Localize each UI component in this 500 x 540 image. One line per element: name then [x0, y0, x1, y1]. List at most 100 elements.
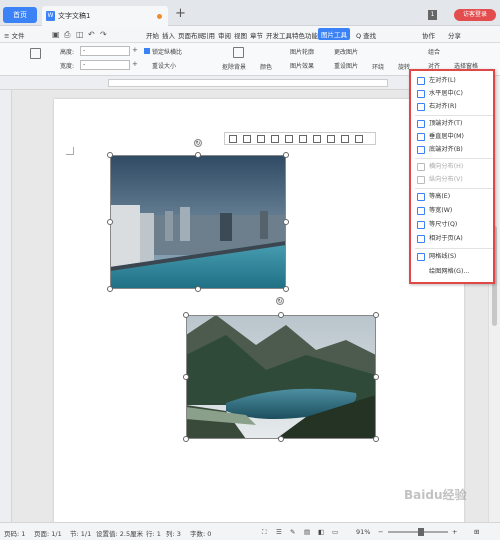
ruler-scale [108, 79, 388, 87]
save-icon[interactable]: ▣ [52, 30, 60, 39]
resize-handle-nw-2[interactable] [183, 312, 189, 318]
height-label: 高度: [60, 49, 75, 56]
status-setting: 设置值: 2.5厘米 [96, 530, 144, 538]
zoom-slider-knob[interactable] [418, 528, 424, 536]
toolbar-align-center-icon[interactable] [243, 135, 251, 143]
resize-handle-e-2[interactable] [373, 374, 379, 380]
zoom-out-icon[interactable]: − [378, 528, 383, 536]
menu-drawing-grid[interactable]: 绘图网格(G)... [415, 266, 493, 278]
toolbar-align-top-icon[interactable] [271, 135, 279, 143]
toolbar-align-right-icon[interactable] [257, 135, 265, 143]
menu-view[interactable]: 视图 [234, 30, 247, 40]
resize-handle-sw-2[interactable] [183, 436, 189, 442]
menu-align-middle[interactable]: 垂直居中(M) [415, 131, 493, 143]
read-view-icon[interactable]: ▭ [332, 528, 338, 536]
status-chars: 字数: 0 [190, 530, 212, 538]
toolbar-more-icon[interactable] [355, 135, 363, 143]
menu-align-right[interactable]: 右对齐(R) [415, 101, 493, 113]
menu-same-size[interactable]: 等尺寸(Q) [415, 219, 493, 231]
menu-same-width[interactable]: 等宽(W) [415, 205, 493, 217]
resize-handle-e-1[interactable] [283, 219, 289, 225]
remove-bg-icon[interactable] [233, 47, 244, 58]
menu-start[interactable]: 开始 [146, 30, 159, 40]
print-icon[interactable]: ⎙ [64, 30, 70, 40]
outline-button[interactable]: 图片轮廓 [290, 47, 314, 56]
menu-same-height[interactable]: 等高(E) [415, 191, 493, 203]
resize-handle-w-1[interactable] [107, 219, 113, 225]
new-tab-button[interactable]: + [175, 7, 186, 21]
group-button[interactable]: 组合 [428, 47, 440, 56]
edit-view-icon[interactable]: ✎ [290, 528, 295, 536]
resize-handle-sw-1[interactable] [107, 286, 113, 292]
lock-ratio-checkbox[interactable] [144, 48, 150, 54]
collab-button[interactable]: 协作 [422, 30, 435, 40]
toolbar-align-middle-icon[interactable] [285, 135, 293, 143]
resize-handle-s-2[interactable] [278, 436, 284, 442]
width-plus-button[interactable]: + [132, 60, 138, 68]
toolbar-align-left-icon[interactable] [229, 135, 237, 143]
web-view-icon[interactable]: ◧ [318, 528, 324, 536]
height-plus-button[interactable]: + [132, 46, 138, 54]
reset-image-button[interactable]: 重设图片 [334, 61, 358, 70]
reset-size-button[interactable]: 重设大小 [152, 61, 176, 70]
wrap-label[interactable]: 环绕 [372, 62, 384, 71]
menu-relative-page[interactable]: 相对于页(A) [415, 233, 493, 245]
menu-gridlines[interactable]: 网格线(S) [415, 251, 493, 263]
outline-view-icon[interactable]: ☰ [276, 528, 282, 536]
change-image-button[interactable]: 更改图片 [334, 47, 358, 56]
document-page[interactable]: ↻ ↻ [54, 99, 464, 529]
resize-handle-se-1[interactable] [283, 286, 289, 292]
fullscreen-icon[interactable]: ⛶ [262, 528, 267, 537]
redo-icon[interactable]: ↷ [100, 30, 107, 39]
menu-align-bottom[interactable]: 底端对齐(B) [415, 144, 493, 156]
menu-align-center[interactable]: 水平居中(C) [415, 88, 493, 100]
file-menu[interactable]: ≡ 文件 [4, 30, 25, 40]
height-input[interactable]: - [80, 46, 130, 56]
menu-review[interactable]: 审阅 [218, 30, 231, 40]
effect-button[interactable]: 图片效果 [290, 61, 314, 70]
document-tab[interactable]: W 文字文稿1 [42, 6, 168, 26]
image-city-pool[interactable] [110, 155, 286, 289]
resize-handle-se-2[interactable] [373, 436, 379, 442]
home-tab[interactable]: 首页 [3, 7, 37, 23]
image-mountain-lake[interactable] [186, 315, 376, 439]
color-label[interactable]: 颜色 [260, 62, 272, 71]
login-button[interactable]: 访客登录 [454, 9, 496, 21]
menu-align-top[interactable]: 顶端对齐(T) [415, 118, 493, 130]
rotate-handle-image-1[interactable]: ↻ [194, 139, 202, 147]
zoom-level[interactable]: 91% [356, 528, 370, 536]
toolbar-group-icon[interactable] [341, 135, 349, 143]
toolbar-align-bottom-icon[interactable] [299, 135, 307, 143]
width-input[interactable]: - [80, 60, 130, 70]
rotate-handle-image-2[interactable]: ↻ [276, 297, 284, 305]
menu-picture-tools[interactable]: 图片工具 [318, 28, 350, 40]
menu-align-left[interactable]: 左对齐(L) [415, 75, 493, 87]
fit-page-icon[interactable]: ⊞ [474, 528, 479, 536]
undo-icon[interactable]: ↶ [88, 30, 95, 39]
page-view-icon[interactable]: ▤ [304, 528, 310, 536]
search-button[interactable]: Q 查找 [356, 30, 376, 40]
resize-handle-n-2[interactable] [278, 312, 284, 318]
resize-handle-s-1[interactable] [195, 286, 201, 292]
zoom-in-icon[interactable]: + [452, 528, 457, 536]
menu-page-layout[interactable]: 页面布局 [178, 30, 204, 40]
resize-handle-nw-1[interactable] [107, 152, 113, 158]
crop-icon[interactable] [30, 48, 41, 59]
remove-bg-label[interactable]: 抠除背景 [222, 62, 246, 71]
toolbar-distribute-v-icon[interactable] [327, 135, 335, 143]
print-preview-icon[interactable]: ◫ [76, 30, 84, 39]
menu-dev-tools[interactable]: 开发工具 [266, 30, 292, 40]
menu-separator [415, 158, 493, 159]
toolbar-distribute-h-icon[interactable] [313, 135, 321, 143]
resize-handle-w-2[interactable] [183, 374, 189, 380]
menu-same-width-label: 等宽(W) [429, 207, 453, 214]
resize-handle-ne-2[interactable] [373, 312, 379, 318]
share-button[interactable]: 分享 [448, 30, 461, 40]
window-count-badge[interactable]: 1 [428, 10, 437, 20]
resize-handle-ne-1[interactable] [283, 152, 289, 158]
menu-reference[interactable]: 引用 [202, 30, 215, 40]
menu-insert[interactable]: 插入 [162, 30, 175, 40]
menu-section[interactable]: 章节 [250, 30, 263, 40]
resize-handle-n-1[interactable] [195, 152, 201, 158]
menu-special[interactable]: 特色功能 [292, 30, 318, 40]
